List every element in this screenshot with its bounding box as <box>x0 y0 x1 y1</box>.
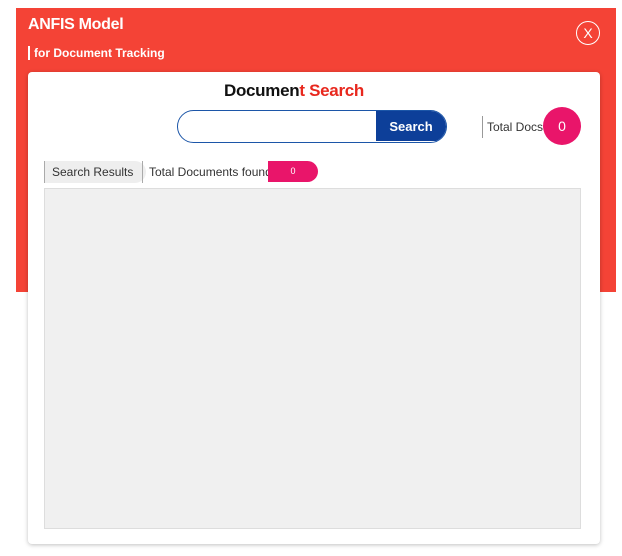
total-found-badge: 0 <box>268 161 318 182</box>
app-title: ANFIS Model <box>28 16 124 33</box>
close-button[interactable]: X <box>576 21 600 45</box>
total-found-label: Total Documents found: <box>142 161 275 183</box>
search-title-accent: t Search <box>299 81 365 100</box>
search-input[interactable] <box>178 111 378 141</box>
total-docs-label: Total Docs <box>482 116 543 138</box>
close-icon: X <box>583 25 593 41</box>
search-title-main: Documen <box>223 81 300 100</box>
app-subtitle: for Document Tracking <box>28 46 165 60</box>
total-docs-badge: 0 <box>543 107 581 145</box>
search-button[interactable]: Search <box>376 111 446 141</box>
search-title: Document Search <box>28 81 560 101</box>
search-box: Search <box>177 110 447 143</box>
search-card: Document Search Search Total Docs 0 Sear… <box>28 72 600 544</box>
results-panel <box>44 188 581 529</box>
search-results-tab[interactable]: Search Results <box>44 161 147 183</box>
